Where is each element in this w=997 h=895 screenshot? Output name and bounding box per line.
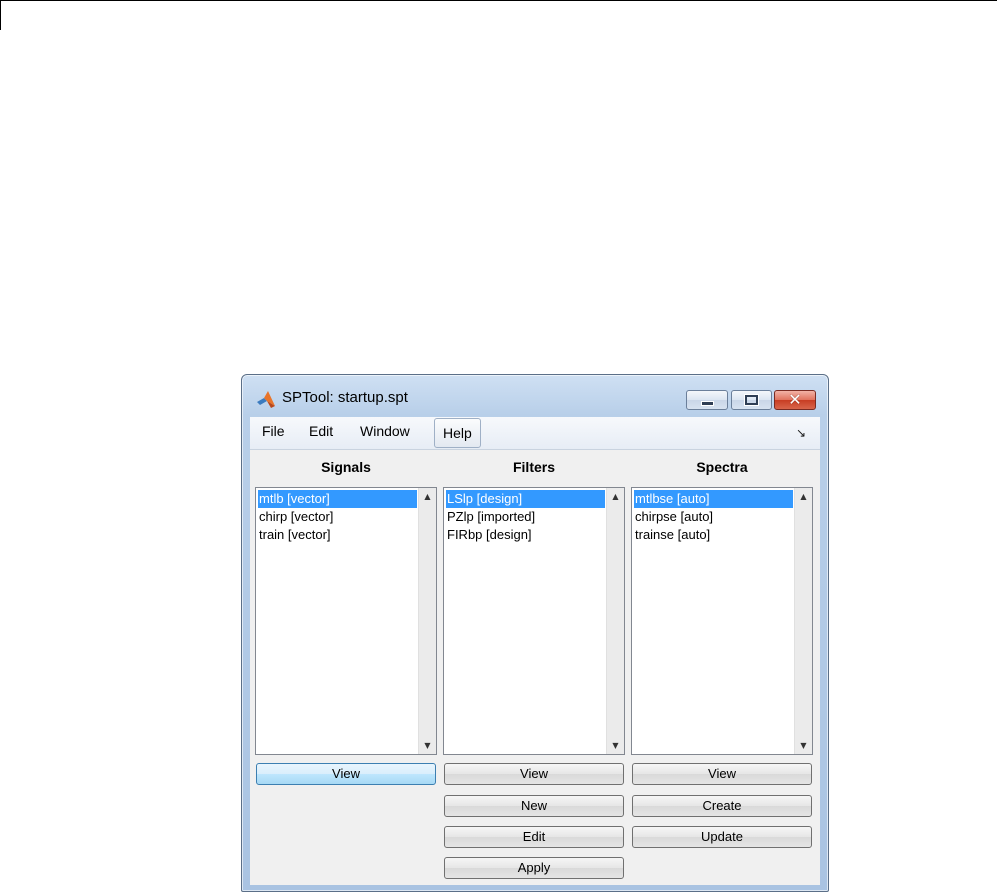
signals-list-item[interactable]: train [vector] <box>258 526 417 544</box>
menu-window[interactable]: Window <box>360 423 410 439</box>
scroll-down-icon[interactable]: ▼ <box>795 737 812 754</box>
spectra-view-button[interactable]: View <box>632 763 812 785</box>
spectra-listbox[interactable]: mtlbse [auto] chirpse [auto] trainse [au… <box>631 487 813 755</box>
signals-list-item[interactable]: chirp [vector] <box>258 508 417 526</box>
signals-list-item[interactable]: mtlb [vector] <box>258 490 417 508</box>
page-left-rule <box>0 0 1 30</box>
scroll-down-icon[interactable]: ▼ <box>607 737 624 754</box>
signals-view-button[interactable]: View <box>256 763 436 785</box>
filters-apply-button[interactable]: Apply <box>444 857 624 879</box>
close-icon: ✕ <box>788 390 802 409</box>
maximize-icon <box>744 394 759 406</box>
window-client-area: File Edit Window Help ↘ Signals mtlb [ve… <box>250 417 820 885</box>
filters-header: Filters <box>512 459 555 475</box>
menu-file[interactable]: File <box>262 423 285 439</box>
menu-help[interactable]: Help <box>434 418 481 448</box>
spectra-list-item[interactable]: chirpse [auto] <box>634 508 793 526</box>
spectra-header: Spectra <box>696 459 748 475</box>
scroll-down-icon[interactable]: ▼ <box>419 737 436 754</box>
filters-list-item[interactable]: LSlp [design] <box>446 490 605 508</box>
spectra-scrollbar[interactable]: ▲ ▼ <box>794 488 812 754</box>
menu-bar: File Edit Window Help ↘ <box>250 417 820 450</box>
close-button[interactable]: ✕ <box>774 390 816 410</box>
spectra-list-item[interactable]: trainse [auto] <box>634 526 793 544</box>
filters-listbox[interactable]: LSlp [design] PZlp [imported] FIRbp [des… <box>443 487 625 755</box>
filters-view-button[interactable]: View <box>444 763 624 785</box>
minimize-icon <box>700 400 714 406</box>
spectra-create-button[interactable]: Create <box>632 795 812 817</box>
sptool-window: SPTool: startup.spt ✕ File Edit Window H… <box>241 374 829 892</box>
scroll-up-icon[interactable]: ▲ <box>795 488 812 505</box>
dock-arrow-icon[interactable]: ↘ <box>796 426 806 440</box>
scroll-up-icon[interactable]: ▲ <box>419 488 436 505</box>
filters-list-item[interactable]: FIRbp [design] <box>446 526 605 544</box>
signals-scrollbar[interactable]: ▲ ▼ <box>418 488 436 754</box>
filters-edit-button[interactable]: Edit <box>444 826 624 848</box>
page-top-rule <box>0 0 997 1</box>
menu-edit[interactable]: Edit <box>309 423 333 439</box>
filters-list-item[interactable]: PZlp [imported] <box>446 508 605 526</box>
scroll-up-icon[interactable]: ▲ <box>607 488 624 505</box>
matlab-icon[interactable] <box>256 389 276 409</box>
signals-listbox[interactable]: mtlb [vector] chirp [vector] train [vect… <box>255 487 437 755</box>
title-bar[interactable]: SPTool: startup.spt ✕ <box>242 375 828 415</box>
signals-header: Signals <box>321 459 371 475</box>
maximize-button[interactable] <box>731 390 772 410</box>
spectra-list-item[interactable]: mtlbse [auto] <box>634 490 793 508</box>
filters-new-button[interactable]: New <box>444 795 624 817</box>
minimize-button[interactable] <box>686 390 728 410</box>
filters-scrollbar[interactable]: ▲ ▼ <box>606 488 624 754</box>
window-title: SPTool: startup.spt <box>282 389 408 406</box>
spectra-update-button[interactable]: Update <box>632 826 812 848</box>
